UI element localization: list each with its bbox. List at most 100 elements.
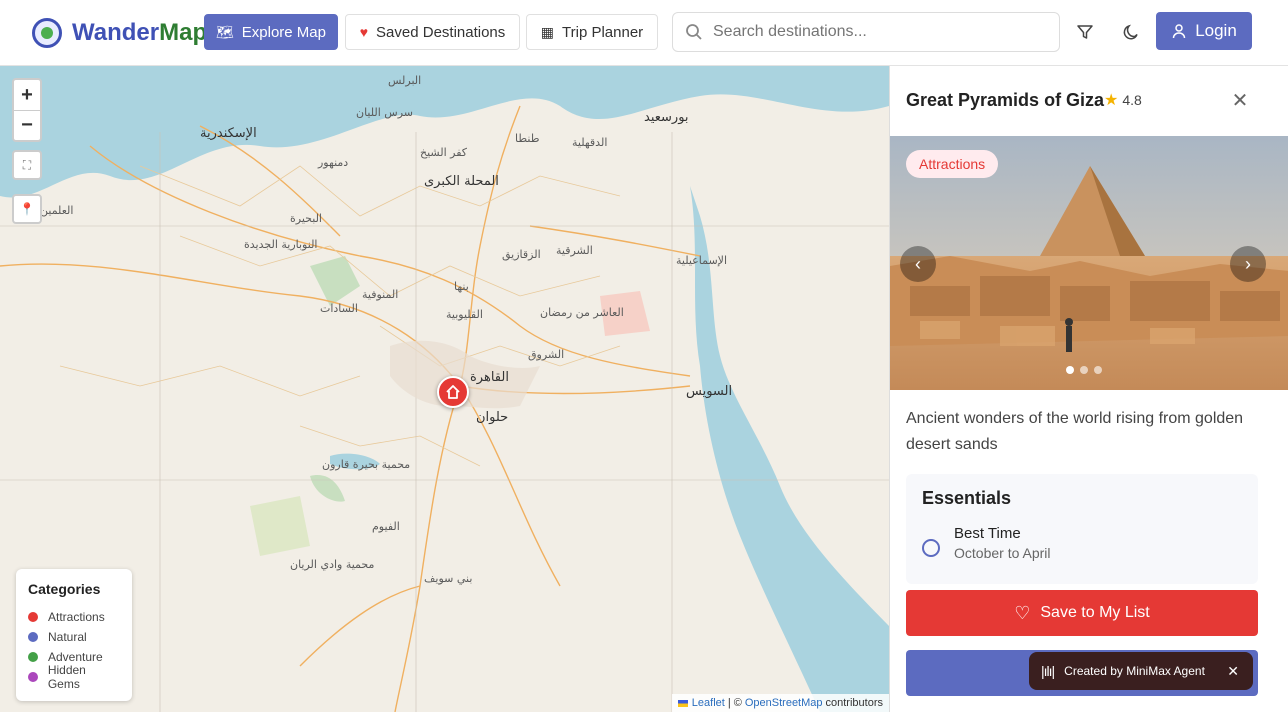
fullscreen-icon: ⛶ [22,157,32,172]
map-place-label: العاشر من رمضان [540,306,624,319]
destination-marker[interactable] [437,376,469,408]
map-place-label: طنطا [515,132,540,145]
map-place-label: دمنهور [318,156,349,169]
calendar-icon: ▦ [540,23,555,40]
map-place-label: محمية وادي الريان [290,558,375,571]
map-place-label: حلوان [476,410,509,425]
map-place-label: الفيوم [372,520,400,533]
star-icon: ★ [1104,92,1119,109]
legend-label: Adventure [48,650,103,664]
legend-item: Hidden Gems [28,663,120,691]
map-place-label: الزقازيق [502,248,541,261]
zoom-in-button[interactable]: + [14,80,40,110]
legend-dot [28,612,38,622]
nav-saved-destinations-label: Saved Destinations [376,23,506,41]
nav-explore-map-button[interactable]: 🗺 Explore Map [204,14,338,50]
destination-rating: ★ 4.8 [1104,90,1142,110]
legend-dot [28,652,38,662]
legend-item: Natural [28,627,120,647]
destination-detail-panel: Great Pyramids of Giza ★ 4.8 ✕ Attractio… [889,66,1288,712]
chevron-right-icon: › [1245,253,1251,274]
heart-icon: ♥ [359,24,369,40]
leaflet-link[interactable]: Leaflet [692,697,725,709]
essential-key: Best Time [954,525,1021,542]
theme-toggle-button[interactable] [1112,14,1150,50]
legend-title: Categories [28,581,101,597]
map-place-label: بورسعيد [644,110,689,125]
carousel-next-button[interactable]: › [1230,246,1266,282]
heart-outline-icon: ♡ [1014,602,1031,623]
map-view[interactable]: الإسكندرية بورسعيد المحلة الكبرى القاهرة… [0,66,889,712]
moon-icon [1123,24,1138,40]
zoom-out-button[interactable]: − [14,110,40,140]
location-pin-icon: 📍 [19,202,35,216]
brand[interactable]: WanderMap [32,17,207,48]
chevron-left-icon: ‹ [915,253,921,274]
ukraine-flag-icon [677,699,688,707]
locate-button[interactable]: 📍 [12,194,42,224]
fullscreen-button[interactable]: ⛶ [12,150,42,180]
login-label: Login [1195,21,1237,40]
map-place-label: المحلة الكبرى [424,174,499,189]
user-icon [1172,24,1186,39]
legend-item: Attractions [28,607,120,627]
destination-title: Great Pyramids of Giza [906,90,1105,110]
map-place-label: القليوبية [446,308,483,321]
map-place-label: القاهرة [470,370,509,385]
save-to-list-button[interactable]: ♡ Save to My List [906,590,1258,636]
map-place-label: الشرقية [556,244,593,257]
map-place-label: بنها [454,280,469,293]
map-place-label: البرلس [388,74,422,87]
essential-value: October to April [954,545,1051,561]
map-place-label: محمية بحيرة قارون [322,458,411,471]
search-box [672,12,1060,52]
top-navigation-bar: WanderMap 🗺 Explore Map ♥ Saved Destinat… [0,0,1288,66]
legend-dot [28,632,38,642]
destination-description: Ancient wonders of the world rising from… [906,410,1244,453]
nav-saved-destinations-button[interactable]: ♥ Saved Destinations [345,14,520,50]
filter-button[interactable] [1066,14,1104,50]
map-place-label: الشروق [528,348,565,361]
carousel-indicators [1066,366,1108,374]
nav-explore-map-label: Explore Map [241,23,326,41]
map-place-label: المنوفية [362,288,399,301]
legend-label: Hidden Gems [47,663,86,691]
globe-logo-icon [32,17,62,48]
legend-label: Attractions [48,610,105,624]
app: WanderMap 🗺 Explore Map ♥ Saved Destinat… [0,0,1288,712]
map-icon: 🗺 [216,23,234,40]
carousel-dot[interactable] [1066,366,1074,374]
clock-icon [922,539,940,557]
nav-trip-planner-button[interactable]: ▦ Trip Planner [526,14,658,50]
zoom-control: + − [12,78,42,142]
carousel-dot[interactable] [1080,366,1088,374]
map-place-label: الدقهلية [572,136,608,149]
map-place-label: الإسماعيلية [676,254,727,267]
filter-icon [1077,25,1093,39]
essential-item: Best Time October to April [922,525,1242,561]
map-legend: Categories Attractions Natural Adventure… [16,569,132,701]
essentials-section: Essentials Best Time October to April [906,474,1258,584]
search-input[interactable] [713,23,1043,41]
carousel-dot[interactable] [1094,366,1102,374]
essentials-title: Essentials [922,488,1012,508]
search-icon [686,24,702,40]
created-by-badge[interactable]: |ılı| Created by MiniMax Agent ✕ [1029,652,1253,690]
carousel-prev-button[interactable]: ‹ [900,246,936,282]
attribution-separator: | © [727,697,742,709]
map-attribution: Leaflet | © OpenStreetMap contributors [671,694,889,712]
audio-wave-icon: |ılı| [1041,663,1055,679]
login-button[interactable]: Login [1156,12,1252,50]
map-place-label: العلمين [40,204,74,217]
attribution-contributors: contributors [825,697,883,709]
map-place-label: النوبارية الجديدة [244,238,318,251]
legend-dot [28,672,38,682]
save-to-list-label: Save to My List [1040,604,1150,621]
dismiss-badge-icon[interactable]: ✕ [1227,663,1239,680]
map-place-label: السويس [686,384,733,399]
openstreetmap-link[interactable]: OpenStreetMap [745,697,823,709]
nav-trip-planner-label: Trip Planner [562,23,644,41]
destination-photo-carousel: Attractions ‹ › [890,136,1288,390]
map-place-label: بني سويف [424,572,473,585]
close-panel-button[interactable]: ✕ [1226,86,1254,114]
